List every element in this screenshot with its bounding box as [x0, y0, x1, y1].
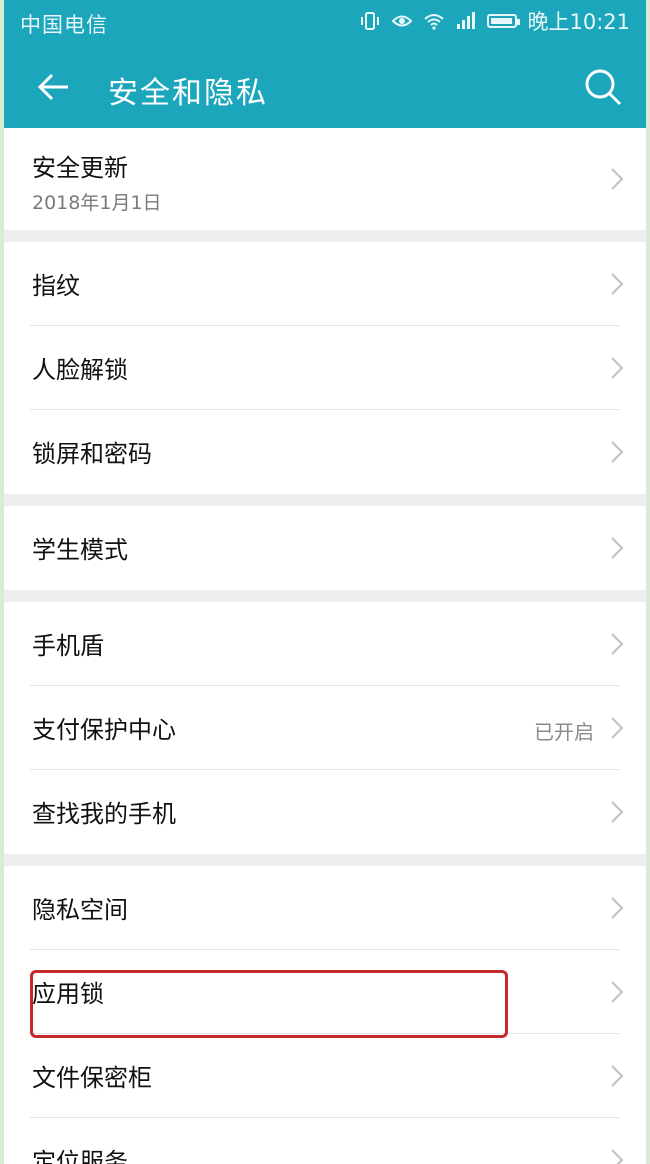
chevron-right-icon: [608, 895, 626, 921]
chevron-right-icon: [608, 979, 626, 1005]
settings-item-student-mode[interactable]: 学生模式: [4, 506, 646, 590]
settings-item-subtitle: 2018年1月1日: [32, 192, 162, 214]
settings-item-label: 查找我的手机: [32, 800, 176, 828]
settings-item-fingerprint[interactable]: 指纹: [4, 242, 646, 326]
chevron-right-icon: [608, 631, 626, 657]
chevron-right-icon: [608, 271, 626, 297]
signal-icon: [455, 10, 477, 32]
settings-item-payment-protection[interactable]: 支付保护中心 已开启: [4, 686, 646, 770]
settings-item-label: 应用锁: [32, 980, 104, 1008]
arrow-left-icon[interactable]: [28, 62, 78, 112]
settings-item-location-services[interactable]: 定位服务: [4, 1118, 646, 1164]
settings-item-label: 支付保护中心: [32, 716, 176, 744]
status-value: 已开启: [534, 720, 594, 744]
settings-list: 安全更新 2018年1月1日 指纹 人脸解锁 锁屏和密码 学生模式 手机盾 支付…: [4, 128, 646, 1164]
settings-item-label: 锁屏和密码: [32, 440, 152, 468]
settings-item-security-update[interactable]: 安全更新 2018年1月1日: [4, 128, 646, 230]
vibrate-icon: [359, 10, 381, 32]
chevron-right-icon: [608, 1147, 626, 1164]
carrier-label: 中国电信: [20, 13, 108, 37]
settings-item-face-unlock[interactable]: 人脸解锁: [4, 326, 646, 410]
chevron-right-icon: [608, 1063, 626, 1089]
chevron-right-icon: [608, 799, 626, 825]
wifi-icon: [423, 10, 445, 32]
section-divider: [4, 854, 646, 866]
settings-item-find-my-phone[interactable]: 查找我的手机: [4, 770, 646, 854]
settings-item-label: 手机盾: [32, 632, 104, 660]
page-title: 安全和隐私: [108, 76, 268, 111]
settings-item-label: 指纹: [32, 272, 80, 300]
settings-item-label: 文件保密柜: [32, 1064, 152, 1092]
settings-item-label: 定位服务: [32, 1148, 128, 1164]
eye-icon: [391, 10, 413, 32]
chevron-right-icon: [608, 166, 626, 192]
status-bar: 中国电信 晚上10:21: [4, 0, 646, 42]
battery-icon: [487, 14, 521, 28]
settings-item-phone-shield[interactable]: 手机盾: [4, 602, 646, 686]
app-bar: 安全和隐私: [4, 48, 646, 126]
section-divider: [4, 230, 646, 242]
settings-item-label: 学生模式: [32, 536, 128, 564]
settings-item-label: 安全更新: [32, 154, 128, 182]
settings-item-label: 隐私空间: [32, 896, 128, 924]
settings-item-app-lock[interactable]: 应用锁: [4, 950, 646, 1034]
screen: 中国电信 晚上10:21 安全和隐私 安全更新 2018年1月1日 指纹 人脸解…: [0, 0, 650, 1164]
search-icon[interactable]: [578, 62, 628, 112]
settings-item-file-safe[interactable]: 文件保密柜: [4, 1034, 646, 1118]
section-divider: [4, 494, 646, 506]
section-divider: [4, 590, 646, 602]
chevron-right-icon: [608, 535, 626, 561]
settings-item-private-space[interactable]: 隐私空间: [4, 866, 646, 950]
settings-item-lock-screen[interactable]: 锁屏和密码: [4, 410, 646, 494]
top-bar: 中国电信 晚上10:21 安全和隐私: [4, 0, 646, 128]
chevron-right-icon: [608, 715, 626, 741]
chevron-right-icon: [608, 355, 626, 381]
settings-item-label: 人脸解锁: [32, 356, 128, 384]
status-icons: 晚上10:21: [359, 7, 630, 35]
status-time: 晚上10:21: [527, 10, 630, 34]
chevron-right-icon: [608, 439, 626, 465]
